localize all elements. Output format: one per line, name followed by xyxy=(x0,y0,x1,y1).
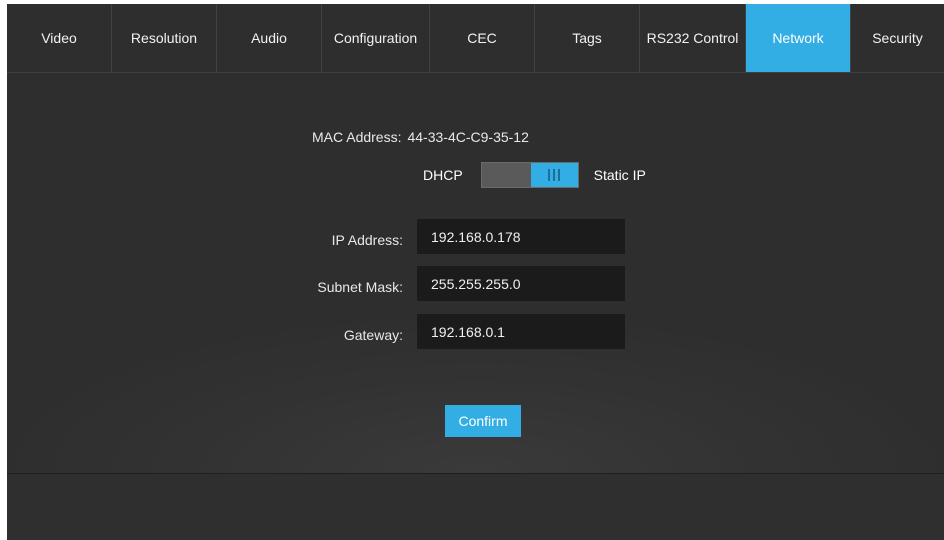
mac-address-label: MAC Address: xyxy=(312,129,402,145)
gateway-label: Gateway: xyxy=(343,327,403,343)
gateway-input[interactable] xyxy=(417,314,625,349)
ip-mode-toggle[interactable] xyxy=(480,162,579,188)
mac-address-row: MAC Address: 44-33-4C-C9-35-12 xyxy=(312,129,529,145)
ip-address-label: IP Address: xyxy=(331,232,403,248)
ip-mode-row: DHCP Static IP xyxy=(423,161,646,189)
network-settings-panel: MAC Address: 44-33-4C-C9-35-12 DHCP Stati… xyxy=(7,73,944,474)
tab-network[interactable]: Network xyxy=(746,4,851,72)
footer-area xyxy=(7,474,944,540)
tab-audio[interactable]: Audio xyxy=(217,4,322,72)
grip-icon xyxy=(548,169,561,181)
tab-tags[interactable]: Tags xyxy=(535,4,640,72)
tab-configuration[interactable]: Configuration xyxy=(322,4,430,72)
subnet-mask-label: Subnet Mask: xyxy=(317,279,403,295)
app-frame: Video Resolution Audio Configuration CEC… xyxy=(7,4,944,540)
tab-cec[interactable]: CEC xyxy=(430,4,535,72)
ip-address-input[interactable] xyxy=(417,219,625,254)
toggle-knob[interactable] xyxy=(530,163,578,187)
static-ip-label: Static IP xyxy=(593,167,646,183)
mac-address-value: 44-33-4C-C9-35-12 xyxy=(407,129,529,145)
confirm-button[interactable]: Confirm xyxy=(445,405,521,437)
tab-bar: Video Resolution Audio Configuration CEC… xyxy=(7,4,944,73)
subnet-mask-input[interactable] xyxy=(417,266,625,301)
dhcp-label: DHCP xyxy=(423,167,463,183)
tab-security[interactable]: Security xyxy=(851,4,944,72)
tab-rs232-control[interactable]: RS232 Control xyxy=(640,4,746,72)
tab-resolution[interactable]: Resolution xyxy=(112,4,217,72)
tab-video[interactable]: Video xyxy=(7,4,112,72)
